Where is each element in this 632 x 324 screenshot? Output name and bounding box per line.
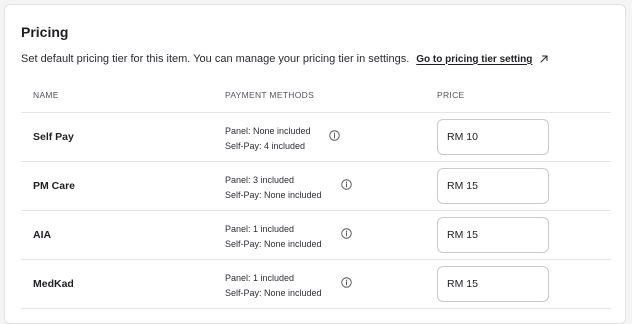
self-pay-count: Self-Pay: None included bbox=[225, 288, 322, 298]
payment-methods: Panel: 1 included Self-Pay: None include… bbox=[225, 271, 322, 301]
self-pay-count: Self-Pay: None included bbox=[225, 190, 322, 200]
price-input[interactable] bbox=[437, 217, 549, 253]
table-row: MedKad Panel: 1 included Self-Pay: None … bbox=[21, 260, 611, 309]
table-header: NAME PAYMENT METHODS PRICE bbox=[21, 85, 611, 113]
header-payment-methods: PAYMENT METHODS bbox=[225, 90, 315, 100]
tier-name: MedKad bbox=[33, 278, 74, 290]
section-description-row: Set default pricing tier for this item. … bbox=[21, 53, 549, 65]
table-row: PM Care Panel: 3 included Self-Pay: None… bbox=[21, 162, 611, 211]
section-title: Pricing bbox=[21, 24, 69, 40]
payment-methods: Panel: None included Self-Pay: 4 include… bbox=[225, 124, 311, 154]
tier-name: PM Care bbox=[33, 180, 76, 192]
price-input[interactable] bbox=[437, 119, 549, 155]
header-price: PRICE bbox=[437, 90, 465, 100]
payment-methods: Panel: 3 included Self-Pay: None include… bbox=[225, 173, 322, 203]
external-link-icon[interactable] bbox=[539, 54, 549, 64]
header-name: NAME bbox=[33, 90, 59, 100]
info-icon[interactable] bbox=[341, 228, 352, 239]
panel-count: Panel: 1 included bbox=[225, 224, 295, 234]
pricing-card: Pricing Set default pricing tier for thi… bbox=[4, 4, 626, 324]
pricing-table: NAME PAYMENT METHODS PRICE Self Pay Pane… bbox=[21, 85, 611, 309]
tier-name: Self Pay bbox=[33, 131, 74, 143]
self-pay-count: Self-Pay: 4 included bbox=[225, 141, 306, 151]
self-pay-count: Self-Pay: None included bbox=[225, 239, 322, 249]
section-description: Set default pricing tier for this item. … bbox=[21, 53, 410, 65]
tier-name: AIA bbox=[33, 229, 52, 241]
info-icon[interactable] bbox=[341, 179, 352, 190]
panel-count: Panel: 3 included bbox=[225, 175, 295, 185]
info-icon[interactable] bbox=[329, 130, 340, 141]
panel-count: Panel: 1 included bbox=[225, 273, 295, 283]
table-row: Self Pay Panel: None included Self-Pay: … bbox=[21, 113, 611, 162]
info-icon[interactable] bbox=[341, 277, 352, 288]
price-input[interactable] bbox=[437, 168, 549, 204]
table-row: AIA Panel: 1 included Self-Pay: None inc… bbox=[21, 211, 611, 260]
pricing-tier-setting-link[interactable]: Go to pricing tier setting bbox=[416, 54, 532, 65]
payment-methods: Panel: 1 included Self-Pay: None include… bbox=[225, 222, 322, 252]
panel-count: Panel: None included bbox=[225, 126, 311, 136]
price-input[interactable] bbox=[437, 266, 549, 302]
